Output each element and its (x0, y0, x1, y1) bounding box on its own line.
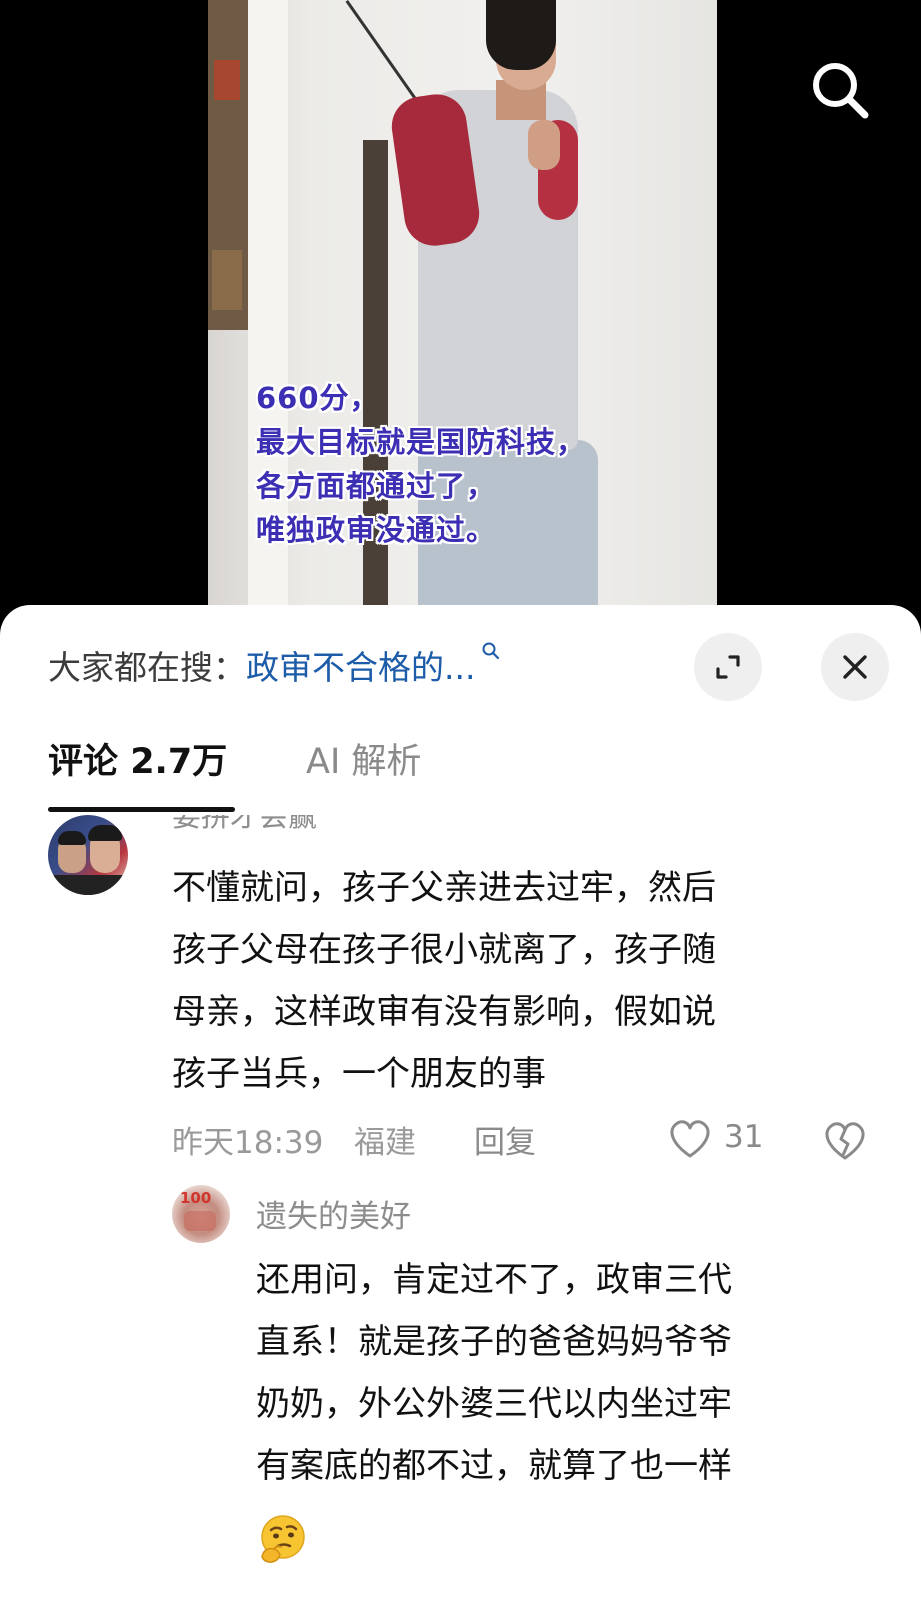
sheet-tabs: 评论 2.7万 AI 解析 (48, 733, 908, 813)
comment-time: 昨天18:39 (172, 1125, 324, 1161)
person-hand (528, 120, 560, 170)
background-wall (248, 0, 288, 650)
comment-line: 母亲，这样政审有没有影响，假如说 (172, 992, 716, 1032)
avatar-detail (58, 831, 86, 845)
caption-line: 660分， (256, 381, 380, 415)
search-icon (813, 63, 869, 119)
background-shelf (208, 0, 248, 330)
video-frame (208, 0, 717, 650)
video-caption: 660分， 最大目标就是国防科技， 各方面都通过了， 唯独政审没通过。 (256, 376, 676, 552)
tab-comments-count: 2.7万 (130, 742, 228, 782)
video-player[interactable]: 660分， 最大目标就是国防科技， 各方面都通过了， 唯独政审没通过。 (0, 0, 921, 650)
avatar-detail (88, 825, 122, 841)
search-icon (481, 641, 501, 665)
broken-heart-icon[interactable] (822, 1119, 868, 1169)
trending-search-link[interactable]: 政审不合格的... (246, 641, 475, 689)
comment-line: 不懂就问，孩子父亲进去过牢，然后 (172, 868, 716, 908)
caption-line: 各方面都通过了， (256, 469, 497, 503)
reply-text: 还用问，肯定过不了，政审三代 直系！就是孩子的爸爸妈妈爷爷 奶奶，外公外婆三代以… (256, 1249, 876, 1497)
comment-username[interactable]: 要拼才会赢 (172, 815, 317, 835)
close-icon (843, 655, 867, 679)
tab-ai-analysis[interactable]: AI 解析 (306, 733, 421, 784)
reply-line: 还用问，肯定过不了，政审三代 (256, 1260, 732, 1300)
expand-button[interactable] (694, 633, 762, 701)
comment-meta: 昨天18:39 福建 回复 31 (172, 1117, 872, 1167)
thinking-face-emoji (256, 1513, 308, 1565)
expand-icon (716, 655, 740, 679)
video-person (378, 0, 618, 650)
active-tab-indicator (48, 807, 235, 812)
reply-line: 直系！就是孩子的爸爸妈妈爷爷 (256, 1322, 732, 1362)
caption-line: 唯独政审没通过。 (256, 513, 497, 547)
like-count: 31 (724, 1119, 764, 1155)
avatar-detail (48, 875, 128, 895)
comment-sheet: 大家都在搜： 政审不合格的... 评论 2.7万 AI 解析 要拼才会赢 不懂就… (0, 605, 921, 1617)
heart-icon[interactable] (667, 1117, 713, 1167)
avatar-badge-text: 100 (180, 1189, 212, 1207)
comment-location: 福建 (354, 1125, 416, 1161)
trending-search-bar[interactable]: 大家都在搜： 政审不合格的... (48, 635, 688, 695)
comment-line: 孩子父母在孩子很小就离了，孩子随 (172, 930, 716, 970)
reply-line: 奶奶，外公外婆三代以内坐过牢 (256, 1384, 732, 1424)
caption-line: 最大目标就是国防科技， (256, 425, 587, 459)
close-button[interactable] (821, 633, 889, 701)
comment-line: 孩子当兵，一个朋友的事 (172, 1054, 546, 1094)
avatar-detail (184, 1211, 216, 1231)
avatar[interactable] (48, 815, 128, 895)
tab-comments[interactable]: 评论 2.7万 (48, 733, 227, 784)
reply-line: 有案底的都不过，就算了也一样 (256, 1446, 732, 1486)
reply-username[interactable]: 遗失的美好 (256, 1191, 411, 1236)
comment-text: 不懂就问，孩子父亲进去过牢，然后 孩子父母在孩子很小就离了，孩子随 母亲，这样政… (172, 857, 872, 1105)
search-button[interactable] (808, 58, 872, 122)
reply-button[interactable]: 回复 (474, 1117, 536, 1162)
comment-list: 要拼才会赢 不懂就问，孩子父亲进去过牢，然后 孩子父母在孩子很小就离了，孩子随 … (0, 815, 921, 1617)
person-hair (486, 0, 556, 70)
avatar[interactable]: 100 (172, 1185, 230, 1243)
tab-comments-label: 评论 (48, 742, 119, 782)
trending-search-prefix: 大家都在搜： (48, 648, 246, 687)
